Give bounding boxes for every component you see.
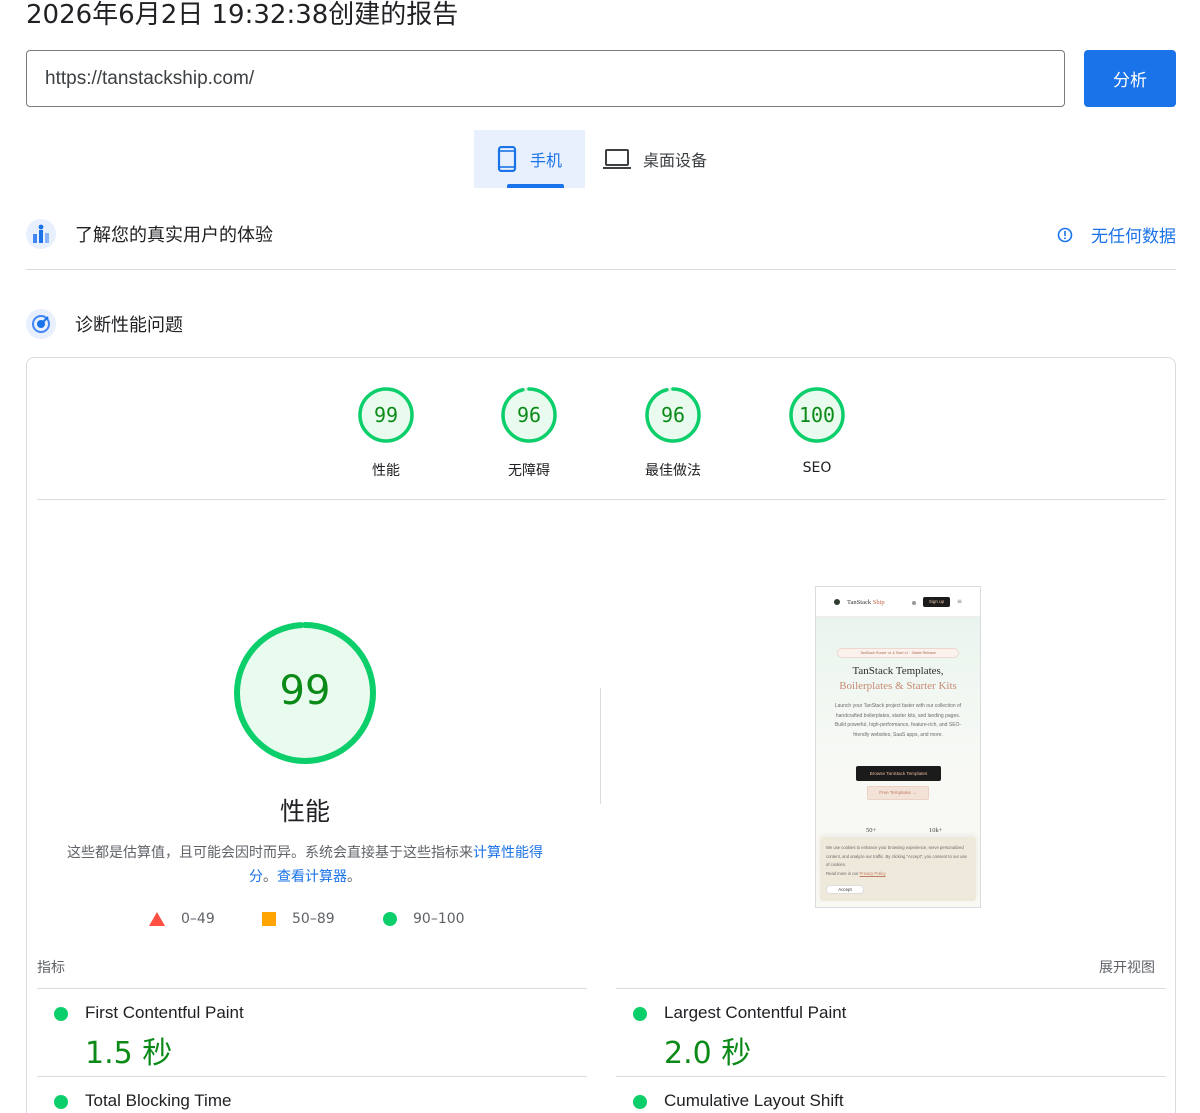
gauge-seo[interactable]: 100: [788, 386, 846, 444]
no-data-link[interactable]: 无任何数据: [1057, 222, 1176, 247]
note-separator: 。: [263, 869, 277, 885]
legend-average-label: 50–89: [292, 911, 335, 927]
legend-good: 90–100: [383, 911, 465, 927]
page-screenshot-preview[interactable]: TanStack Ship Sign up ≡ TanStack Router …: [815, 586, 981, 908]
lighthouse-report-card: [26, 357, 1176, 1113]
legend-average: 50–89: [262, 911, 335, 927]
metric-divider: [37, 988, 587, 989]
preview-browse-button: Browse TanStack Templates: [856, 766, 941, 781]
gauge-score: 96: [661, 403, 685, 427]
score-note: 这些都是估算值，且可能会因时而异。系统会直接基于这些指标来计算性能得分。查看计算…: [55, 841, 555, 889]
preview-stat-2: 10k+: [929, 827, 943, 834]
preview-brand-name: TanStack: [847, 599, 872, 606]
field-data-title: 了解您的真实用户的体验: [75, 225, 273, 246]
preview-headline-1: TanStack Templates,: [852, 665, 944, 677]
preview-brand: TanStack Ship: [847, 599, 885, 606]
lighthouse-icon: [26, 309, 56, 339]
no-data-label: 无任何数据: [1091, 227, 1176, 247]
good-indicator-icon: [54, 1095, 68, 1109]
legend-poor-label: 0–49: [181, 911, 215, 927]
tab-mobile[interactable]: 手机: [474, 130, 585, 188]
gauge-best-practices[interactable]: 96: [644, 386, 702, 444]
triangle-icon: [149, 912, 165, 926]
preview-menu-icon: ≡: [957, 598, 963, 605]
calculator-link[interactable]: 查看计算器: [277, 869, 347, 885]
gauge-label-accessibility: 无障碍: [508, 463, 550, 479]
users-chart-icon: [26, 219, 56, 249]
metric-name-cls: Cumulative Layout Shift: [664, 1091, 844, 1110]
note-text: 这些都是估算值，且可能会因时而异。系统会直接基于这些指标来: [67, 845, 473, 861]
preview-cookie-banner: We use cookies to enhance your browsing …: [820, 837, 976, 901]
note-end: 。: [347, 869, 361, 885]
metrics-label: 指标: [37, 960, 65, 976]
metric-divider: [616, 1076, 1166, 1077]
preview-brand-accent: Ship: [872, 599, 885, 606]
preview-cookie-more-text: Read more in our: [826, 871, 859, 876]
metric-value-fcp: 1.5 秒: [85, 1036, 173, 1071]
metric-value-lcp: 2.0 秒: [664, 1036, 752, 1071]
circle-icon: [383, 912, 397, 926]
legend-good-label: 90–100: [413, 911, 465, 927]
tab-desktop-label: 桌面设备: [643, 151, 708, 170]
performance-score: 99: [280, 668, 331, 714]
tab-mobile-label: 手机: [530, 151, 563, 170]
preview-stat-1: 50+: [866, 827, 877, 834]
analyze-button[interactable]: 分析: [1084, 50, 1176, 107]
gauge-accessibility[interactable]: 96: [500, 386, 558, 444]
good-indicator-icon: [54, 1007, 68, 1021]
tab-active-indicator: [507, 184, 564, 188]
preview-privacy-link: Privacy Policy: [859, 871, 886, 876]
diagnose-title: 诊断性能问题: [75, 315, 183, 336]
gauge-performance[interactable]: 99: [357, 386, 415, 444]
metric-name-tbt: Total Blocking Time: [85, 1091, 232, 1110]
section-divider: [26, 269, 1176, 270]
gauge-score: 99: [374, 403, 398, 427]
smartphone-icon: [496, 146, 518, 172]
report-title: 2026年6月2日 19:32:38创建的报告: [26, 0, 459, 30]
preview-accept-button: Accept: [826, 885, 864, 894]
url-input[interactable]: [26, 50, 1065, 107]
metric-divider: [37, 1076, 587, 1077]
preview-cookie-text: We use cookies to enhance your browsing …: [826, 845, 967, 868]
preview-body: Launch your TanStack project faster with…: [834, 703, 962, 738]
metric-name-lcp: Largest Contentful Paint: [664, 1003, 847, 1022]
preview-headline-2: Boilerplates & Starter Kits: [839, 680, 957, 692]
gauge-score: 96: [517, 403, 541, 427]
good-indicator-icon: [633, 1007, 647, 1021]
preview-cookie-more: Read more in our Privacy Policy: [826, 871, 886, 876]
expand-view-button[interactable]: 展开视图: [1099, 957, 1155, 977]
gauge-label-best-practices: 最佳做法: [645, 463, 701, 479]
square-icon: [262, 912, 276, 926]
gauge-score: 100: [799, 403, 835, 427]
legend-poor: 0–49: [149, 911, 215, 927]
performance-gauge: 99: [234, 622, 376, 764]
metric-name-fcp: First Contentful Paint: [85, 1003, 244, 1022]
metric-divider: [616, 988, 1166, 989]
preview-free-button: Free Templates →: [867, 786, 929, 800]
card-divider: [37, 499, 1166, 500]
good-indicator-icon: [633, 1095, 647, 1109]
tab-desktop[interactable]: 桌面设备: [603, 130, 733, 188]
performance-label: 性能: [279, 797, 330, 826]
gauge-label-seo: SEO: [802, 460, 832, 476]
preview-theme-icon: [912, 601, 916, 605]
gauge-label-performance: 性能: [372, 463, 400, 479]
vertical-divider: [600, 688, 601, 804]
laptop-icon: [603, 148, 631, 170]
info-icon: [1057, 227, 1073, 243]
preview-logo-icon: [834, 599, 840, 605]
preview-badge: TanStack Router v1 & Start v1 · Stable R…: [837, 648, 959, 658]
preview-navbar: TanStack Ship Sign up ≡: [816, 587, 980, 617]
preview-signup-button: Sign up: [923, 597, 950, 607]
